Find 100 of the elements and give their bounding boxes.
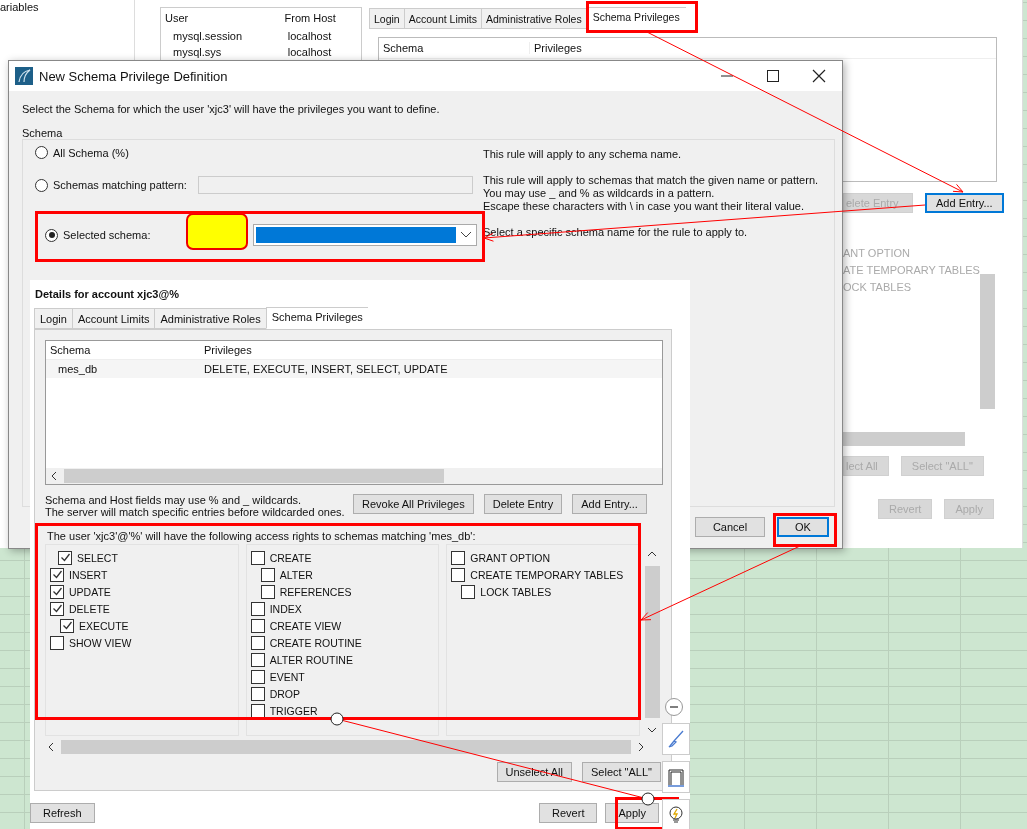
redaction-highlight <box>186 213 248 250</box>
table-cell-text: mes_db <box>57 363 99 375</box>
tab[interactable]: Account Limits <box>403 8 481 29</box>
maximize-icon[interactable] <box>766 69 780 83</box>
checkbox[interactable] <box>50 601 64 616</box>
checkbox[interactable] <box>250 618 265 633</box>
help-text: Escape these characters with \ in case you want their literal value. <box>483 200 805 212</box>
checkbox[interactable] <box>60 618 74 633</box>
tool-button[interactable] <box>662 799 690 829</box>
column-header[interactable]: Schema <box>46 344 200 356</box>
select-button[interactable]: Unselect All <box>496 762 572 782</box>
scrollbar[interactable] <box>46 468 662 484</box>
dialog-button[interactable]: OK <box>777 517 829 537</box>
privilege-label: REFERENCES <box>279 585 352 598</box>
privilege-label: SHOW VIEW <box>69 636 132 649</box>
privilege-label: INDEX <box>269 602 302 615</box>
column-header[interactable]: Schema <box>379 42 530 54</box>
hint-text: Schema and Host fields may use % and _ wildcards. <box>45 494 303 506</box>
column-header[interactable]: Privileges <box>200 344 252 356</box>
tool-button[interactable] <box>662 723 690 755</box>
privilege-label: LOCK TABLES <box>480 585 552 598</box>
tab[interactable]: Login <box>369 8 404 29</box>
entry-button[interactable]: Add Entry... <box>572 494 647 514</box>
scrollbar[interactable] <box>843 432 965 446</box>
tab[interactable]: Account Limits <box>71 308 155 329</box>
footer-button[interactable]: Revert <box>539 803 598 823</box>
window-title: New Schema Privilege Definition <box>39 68 228 84</box>
column-header[interactable]: User <box>161 12 281 24</box>
hint-text: The server will match specific entries before wildcarded ones. <box>45 506 345 518</box>
instruction-text: Select the Schema for which the user 'xjc3' will have the privileges you want to define. <box>22 103 441 115</box>
radio-button[interactable] <box>45 228 58 242</box>
checkbox[interactable] <box>260 567 275 582</box>
checkbox[interactable] <box>58 550 72 565</box>
checkbox[interactable] <box>250 550 265 565</box>
tab[interactable]: Administrative Roles <box>154 308 266 329</box>
entry-button[interactable]: Add Entry... <box>925 193 1004 213</box>
privilege-label: CREATE <box>269 551 312 564</box>
checkbox[interactable] <box>50 567 64 582</box>
checkbox[interactable] <box>260 584 275 599</box>
scrollbar[interactable] <box>980 274 995 409</box>
entry-button[interactable]: Revoke All Privileges <box>353 494 474 514</box>
option-label: Schemas matching pattern: <box>53 179 187 191</box>
access-rights-heading: The user 'xjc3'@'%' will have the following access rights to schemas matching 'mes_db': <box>47 530 477 542</box>
footer-button[interactable]: Apply <box>605 803 659 823</box>
tab[interactable]: Login <box>34 308 72 329</box>
schema-dropdown[interactable] <box>253 224 478 246</box>
table-row[interactable]: mes_db DELETE, EXECUTE, INSERT, SELECT, UPDATE <box>46 360 662 378</box>
privilege-label: CREATE VIEW <box>269 619 342 632</box>
zoom-out-icon[interactable] <box>664 697 684 717</box>
checkbox[interactable] <box>451 567 466 582</box>
table-cell-text: localhost <box>286 46 333 58</box>
checkbox[interactable] <box>461 584 476 599</box>
table-cell-text: mysql.sys <box>172 46 223 58</box>
table-cell-text: localhost <box>286 30 333 42</box>
column-header[interactable]: From Host <box>280 12 361 24</box>
radio-button[interactable] <box>35 178 48 192</box>
checkbox[interactable] <box>250 669 265 684</box>
privilege-label: EXECUTE <box>79 619 129 632</box>
chevron-right-icon[interactable] <box>637 742 645 752</box>
privilege-label: DROP <box>269 687 300 700</box>
checkbox[interactable] <box>50 635 64 650</box>
privilege-label: ANT OPTION <box>843 247 912 259</box>
refresh-button[interactable]: Refresh <box>30 803 95 823</box>
frame-icon <box>666 767 686 787</box>
radio-button[interactable] <box>35 146 48 159</box>
dolphin-app-icon <box>15 67 33 85</box>
privilege-label: SELECT <box>77 551 118 564</box>
help-text: This rule will apply to any schema name. <box>483 148 682 160</box>
chevron-left-icon[interactable] <box>47 742 55 752</box>
select-button[interactable]: Select "ALL" <box>582 762 661 782</box>
chevron-down-icon[interactable] <box>647 726 657 734</box>
checkbox[interactable] <box>250 703 265 718</box>
checkbox[interactable] <box>250 686 265 701</box>
lightbulb-icon <box>666 805 686 825</box>
privilege-label: INSERT <box>69 568 108 581</box>
checkbox[interactable] <box>250 652 265 667</box>
checkbox[interactable] <box>451 550 466 565</box>
checkbox[interactable] <box>50 584 64 599</box>
tab[interactable]: Schema Privileges <box>265 307 368 329</box>
option-label: All Schema (%) <box>53 146 129 159</box>
help-text: This rule will apply to schemas that match the given name or pattern. <box>483 174 819 186</box>
tool-button[interactable] <box>662 761 690 793</box>
chevron-up-icon[interactable] <box>647 550 657 558</box>
privilege-label: OCK TABLES <box>843 281 913 293</box>
chevron-left-icon[interactable] <box>50 471 58 481</box>
panel-title: Details for account xjc3@% <box>34 288 180 300</box>
table-cell-text: DELETE, EXECUTE, INSERT, SELECT, UPDATE <box>203 363 448 375</box>
sidebar-item[interactable]: ariables <box>0 0 134 13</box>
checkbox[interactable] <box>250 635 265 650</box>
dialog-button[interactable]: Cancel <box>695 517 765 537</box>
privilege-label: GRANT OPTION <box>470 551 551 564</box>
chevron-down-icon[interactable] <box>460 231 473 239</box>
table-cell-text: mysql.session <box>172 30 244 42</box>
tab[interactable]: Administrative Roles <box>481 8 586 29</box>
close-icon[interactable] <box>812 69 826 83</box>
privilege-label: ALTER <box>279 568 313 581</box>
column-header[interactable]: Privileges <box>530 42 680 54</box>
entry-button[interactable]: Delete Entry <box>483 494 563 514</box>
checkbox[interactable] <box>250 601 265 616</box>
privilege-label: ATE TEMPORARY TABLES <box>843 264 981 276</box>
